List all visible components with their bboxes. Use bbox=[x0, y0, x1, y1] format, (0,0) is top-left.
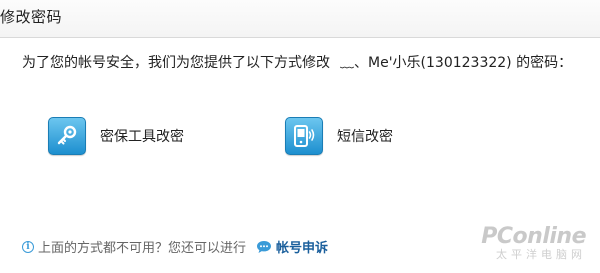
watermark: PConline 太平洋电脑网 bbox=[481, 224, 586, 262]
account-appeal-label[interactable]: 帐号申诉 bbox=[276, 237, 328, 256]
watermark-logo: PConline bbox=[481, 224, 586, 249]
intro-text: 为了您的帐号安全，我们为您提供了以下方式修改 ﹏、Me'小乐(130123322)… bbox=[22, 52, 572, 72]
header-bar: 修改密码 bbox=[0, 0, 600, 38]
security-tool-label[interactable]: 密保工具改密 bbox=[100, 126, 184, 146]
info-icon: i bbox=[22, 240, 34, 253]
sms-label[interactable]: 短信改密 bbox=[337, 126, 393, 146]
chat-bubble-icon bbox=[257, 240, 272, 253]
watermark-subtitle: 太平洋电脑网 bbox=[496, 248, 586, 261]
intro-sentence: 为了您的帐号安全，我们为您提供了以下方式修改 bbox=[22, 55, 330, 71]
sms-option[interactable]: 短信改密 bbox=[285, 116, 393, 156]
footer-text: 上面的方式都不可用？您还可以进行 bbox=[38, 241, 247, 256]
security-tool-option[interactable]: 密保工具改密 bbox=[48, 116, 184, 156]
account-nickname: ﹏、Me'小乐(130123322) 的密码： bbox=[340, 55, 573, 71]
page-title: 修改密码 bbox=[0, 8, 63, 26]
key-icon[interactable] bbox=[48, 117, 86, 155]
account-appeal-link[interactable]: 帐号申诉 bbox=[256, 237, 328, 256]
phone-sms-icon[interactable] bbox=[285, 117, 323, 155]
footer-help: i 上面的方式都不可用？您还可以进行 帐号申诉 bbox=[22, 237, 328, 256]
